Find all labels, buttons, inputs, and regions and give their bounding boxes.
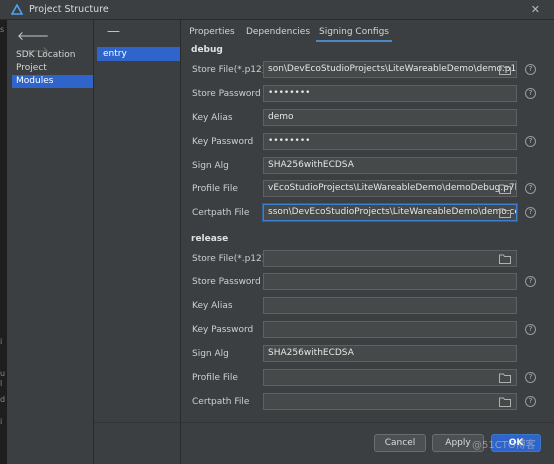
module-list-panel: — entry: [94, 20, 180, 464]
folder-icon[interactable]: [499, 373, 511, 383]
sign-alg-field[interactable]: SHA256withECDSA: [263, 157, 517, 174]
close-icon[interactable]: ✕: [531, 3, 540, 16]
key-alias-field[interactable]: demo: [263, 109, 517, 126]
module-item-entry[interactable]: entry: [97, 47, 180, 61]
strip-mark: s: [0, 25, 5, 34]
watermark: @51CTO博客: [472, 440, 536, 451]
store-file-field[interactable]: son\DevEcoStudioProjects\LiteWareableDem…: [263, 61, 517, 78]
nav-panel: 🡐 🡒 SDK Location Project Modules: [7, 20, 93, 464]
help-icon[interactable]: ?: [525, 136, 536, 147]
strip-mark: i: [0, 337, 3, 346]
key-alias-label: Key Alias: [192, 301, 233, 311]
profile-file-label: Profile File: [192, 184, 238, 194]
sign-alg-label: Sign Alg: [192, 161, 229, 171]
certpath-file-label: Certpath File: [192, 397, 250, 407]
deveco-logo-icon: [11, 4, 23, 15]
background-editor-strip: s i u l d i: [0, 20, 7, 464]
store-file-label: Store File(*.p12): [192, 254, 266, 264]
remove-module-icon[interactable]: —: [107, 24, 120, 39]
help-icon[interactable]: ?: [525, 372, 536, 383]
help-icon[interactable]: ?: [525, 183, 536, 194]
nav-item-sdk-location[interactable]: SDK Location: [12, 49, 93, 62]
strip-mark: l: [0, 379, 3, 388]
tab-dependencies[interactable]: Dependencies: [245, 24, 311, 42]
sign-alg-field[interactable]: SHA256withECDSA: [263, 345, 517, 362]
footer-divider: [94, 422, 554, 423]
key-password-field[interactable]: ••••••••: [263, 133, 517, 150]
back-arrow-icon[interactable]: 🡐: [17, 29, 49, 43]
help-icon[interactable]: ?: [525, 276, 536, 287]
key-alias-label: Key Alias: [192, 113, 233, 123]
strip-mark: u: [0, 369, 6, 378]
certpath-file-field[interactable]: [263, 393, 517, 410]
store-password-label: Store Password: [192, 89, 261, 99]
store-file-label: Store File(*.p12): [192, 65, 266, 75]
help-icon[interactable]: ?: [525, 396, 536, 407]
folder-icon[interactable]: [499, 254, 511, 264]
key-password-label: Key Password: [192, 325, 254, 335]
certpath-file-label: Certpath File: [192, 208, 250, 218]
module-settings-panel: Properties Dependencies Signing Configs …: [181, 20, 554, 464]
store-password-field[interactable]: [263, 273, 517, 290]
key-password-field[interactable]: [263, 321, 517, 338]
folder-icon[interactable]: [499, 184, 511, 194]
nav-item-project[interactable]: Project: [12, 62, 93, 75]
key-alias-field[interactable]: [263, 297, 517, 314]
help-icon[interactable]: ?: [525, 207, 536, 218]
store-password-label: Store Password: [192, 277, 261, 287]
tab-bar: Properties Dependencies Signing Configs: [181, 24, 554, 42]
strip-mark: i: [0, 417, 3, 426]
store-password-field[interactable]: ••••••••: [263, 85, 517, 102]
store-file-field[interactable]: [263, 250, 517, 267]
tab-properties[interactable]: Properties: [186, 24, 238, 42]
title-bar: Project Structure ✕: [0, 0, 554, 20]
certpath-file-field[interactable]: sson\DevEcoStudioProjects\LiteWareableDe…: [263, 204, 517, 221]
help-icon[interactable]: ?: [525, 88, 536, 99]
profile-file-field[interactable]: [263, 369, 517, 386]
cancel-button[interactable]: Cancel: [374, 434, 426, 452]
debug-section-title: debug: [191, 45, 223, 55]
folder-icon[interactable]: [499, 65, 511, 75]
folder-icon[interactable]: [499, 208, 511, 218]
profile-file-field[interactable]: vEcoStudioProjects\LiteWareableDemo\demo…: [263, 180, 517, 197]
help-icon[interactable]: ?: [525, 64, 536, 75]
folder-icon[interactable]: [499, 397, 511, 407]
sign-alg-label: Sign Alg: [192, 349, 229, 359]
tab-signing-configs[interactable]: Signing Configs: [316, 24, 392, 42]
help-icon[interactable]: ?: [525, 324, 536, 335]
strip-mark: d: [0, 395, 6, 404]
window-title: Project Structure: [29, 4, 109, 15]
release-section-title: release: [191, 234, 229, 244]
key-password-label: Key Password: [192, 137, 254, 147]
nav-item-modules[interactable]: Modules: [12, 75, 93, 88]
profile-file-label: Profile File: [192, 373, 238, 383]
